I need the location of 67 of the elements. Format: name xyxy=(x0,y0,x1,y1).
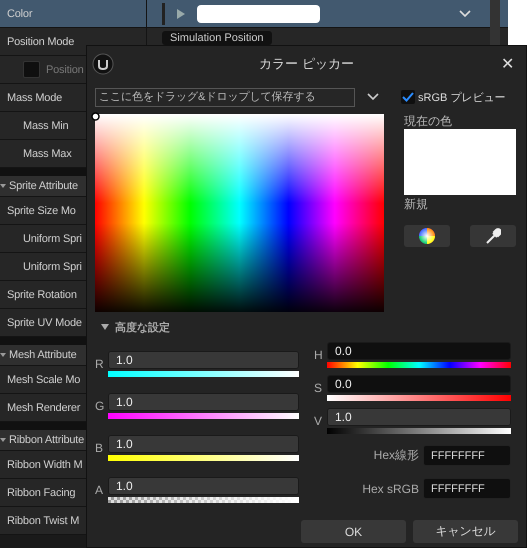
channel-field[interactable]: 1.0 xyxy=(108,435,299,453)
category-label[interactable]: Sprite Attribute xyxy=(9,180,78,192)
channel-label: S xyxy=(314,381,324,395)
channel-label: A xyxy=(95,483,104,497)
property-label: Uniform Spri xyxy=(23,260,82,272)
property-label: Mass Max xyxy=(23,148,72,160)
logo-icon xyxy=(92,53,114,75)
channel-label: H xyxy=(314,348,324,362)
expand-icon[interactable] xyxy=(101,324,109,330)
channel-label: V xyxy=(314,414,324,428)
channel-label: B xyxy=(95,441,104,455)
category-label[interactable]: Mesh Attribute xyxy=(9,349,77,361)
property-label: Ribbon Width M xyxy=(7,458,82,470)
saved-colors-field[interactable]: ここに色をドラッグ&ドロップして保存する xyxy=(95,88,355,106)
chevron-down-icon[interactable] xyxy=(367,93,379,101)
property-row[interactable]: Color xyxy=(0,0,508,28)
channel-field[interactable]: 0.0 xyxy=(327,375,511,393)
current-color-label: 現在の色 xyxy=(404,114,453,128)
expand-icon[interactable] xyxy=(0,353,6,357)
property-label: Position Mode xyxy=(7,36,74,48)
property-label: Mass Min xyxy=(23,120,68,132)
close-button[interactable]: ✕ xyxy=(499,54,516,74)
property-label: Position xyxy=(46,64,84,76)
color-marker-icon[interactable] xyxy=(91,112,100,121)
category-label[interactable]: Ribbon Attribute xyxy=(9,434,84,446)
eyedropper-button[interactable] xyxy=(470,225,516,247)
channel-field[interactable]: 1.0 xyxy=(327,408,511,426)
property-label: Sprite Size Mo xyxy=(7,204,76,216)
channel-field[interactable]: 0.0 xyxy=(327,342,511,360)
property-label: Sprite UV Mode xyxy=(7,316,82,328)
hex-field[interactable]: FFFFFFFF xyxy=(423,445,511,466)
checkbox[interactable] xyxy=(23,61,40,78)
channel-label: G xyxy=(95,399,106,413)
channel-field[interactable]: 1.0 xyxy=(108,351,299,369)
chevron-down-icon[interactable] xyxy=(459,10,471,18)
color-swatch[interactable] xyxy=(197,4,320,22)
hex-field[interactable]: FFFFFFFF xyxy=(423,478,511,499)
new-color-label: 新規 xyxy=(404,197,429,211)
property-label: Sprite Rotation xyxy=(7,288,77,300)
channel-label: R xyxy=(95,357,105,371)
hex-label: Hex線形 xyxy=(374,447,419,464)
channel-gradient-bar[interactable] xyxy=(327,428,511,434)
position-mode-dropdown[interactable]: Simulation Position xyxy=(162,31,272,45)
advanced-settings-label[interactable]: 高度な設定 xyxy=(115,320,170,334)
property-label: Mesh Scale Mo xyxy=(7,374,80,386)
property-label: Mesh Renderer xyxy=(7,402,80,414)
hex-label: Hex sRGB xyxy=(362,482,419,496)
expand-arrow-icon[interactable] xyxy=(177,8,185,18)
channel-field[interactable]: 1.0 xyxy=(108,477,299,495)
property-label: Mass Mode xyxy=(7,92,62,104)
channel-gradient-bar[interactable] xyxy=(327,362,511,368)
srgb-preview-label[interactable]: sRGB プレビュー xyxy=(418,90,506,104)
checkbox[interactable] xyxy=(401,90,415,104)
property-label: Uniform Spri xyxy=(23,232,82,244)
window-title: カラー ピッカー xyxy=(259,55,354,73)
color-spectrum[interactable] xyxy=(95,114,384,312)
property-label: Ribbon Facing xyxy=(7,486,76,498)
cancel-button[interactable]: キャンセル xyxy=(413,520,518,543)
property-label: Color xyxy=(7,8,32,20)
expand-icon[interactable] xyxy=(0,184,6,188)
expand-icon[interactable] xyxy=(0,438,6,442)
ok-button[interactable]: OK xyxy=(301,520,406,543)
color-wheel-button[interactable] xyxy=(404,225,450,247)
property-label: Ribbon Twist M xyxy=(7,514,80,526)
channel-field[interactable]: 1.0 xyxy=(108,393,299,411)
eyedropper-icon xyxy=(485,227,501,245)
color-wheel-icon xyxy=(419,228,435,244)
